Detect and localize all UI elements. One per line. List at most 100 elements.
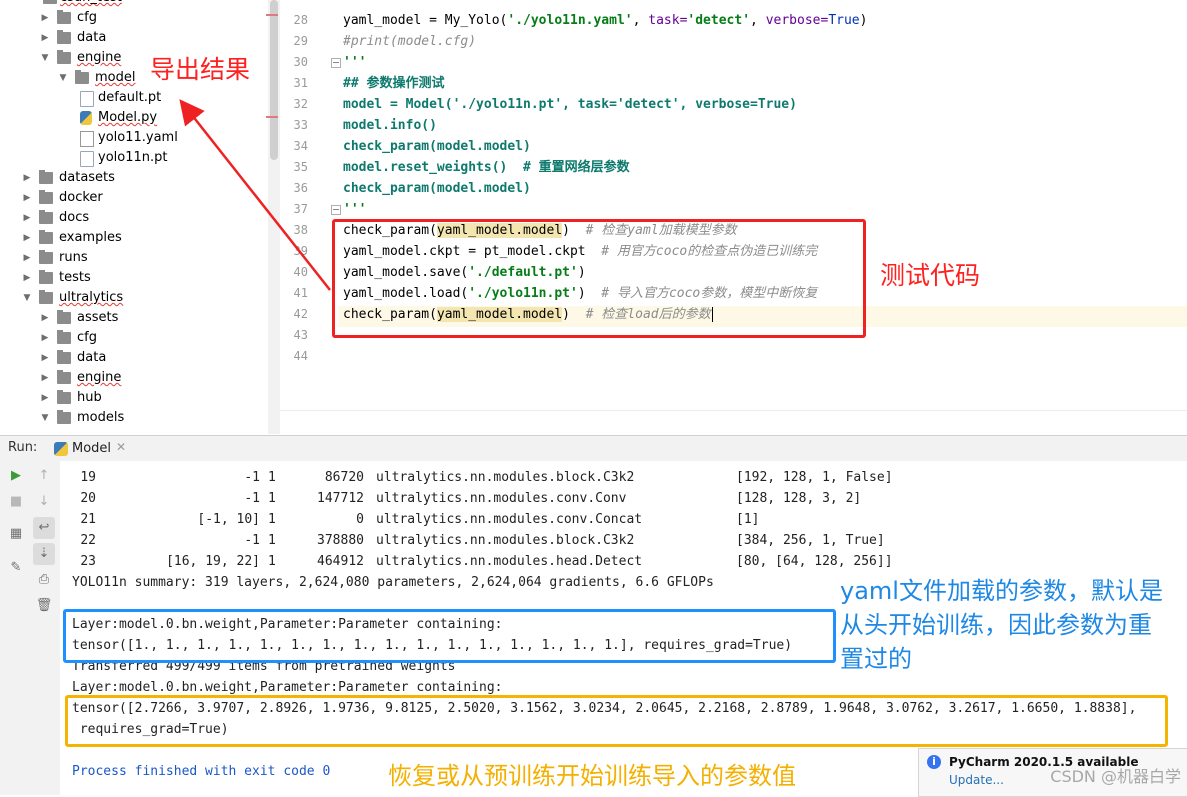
chevron-down-icon[interactable]: ▼ bbox=[40, 408, 50, 428]
chevron-down-icon[interactable]: ▼ bbox=[22, 288, 32, 308]
table-cell-from: -1 bbox=[244, 533, 260, 548]
tree-item-label: datasets bbox=[59, 170, 115, 185]
line-number: 44 bbox=[293, 349, 308, 363]
table-cell-params: 0 bbox=[356, 512, 364, 527]
folder-icon bbox=[57, 410, 71, 424]
code-line-36: check_param(model.model) bbox=[343, 181, 531, 196]
folder-icon bbox=[57, 10, 71, 24]
code-line-29: #print(model.cfg) bbox=[343, 34, 477, 49]
folder-icon bbox=[39, 190, 53, 204]
line-number: 37 bbox=[293, 202, 308, 216]
pin-icon[interactable]: ✎ bbox=[5, 557, 27, 579]
line-number: 38 bbox=[293, 223, 308, 237]
line-number: 33 bbox=[293, 118, 308, 132]
chevron-right-icon[interactable]: ▶ bbox=[40, 8, 50, 28]
chevron-down-icon[interactable]: ▼ bbox=[40, 48, 50, 68]
chevron-right-icon[interactable]: ▶ bbox=[22, 268, 32, 288]
line-number: 28 bbox=[293, 13, 308, 27]
rerun-icon[interactable]: ▶ bbox=[5, 465, 27, 487]
tree-item[interactable]: ▶ cfg bbox=[0, 8, 268, 28]
table-cell-args: [384, 256, 1, True] bbox=[736, 533, 885, 548]
tree-item[interactable]: default.pt bbox=[0, 88, 268, 108]
chevron-down-icon[interactable]: ▼ bbox=[58, 68, 68, 88]
close-icon[interactable]: ✕ bbox=[116, 440, 126, 454]
chevron-right-icon[interactable]: ▶ bbox=[40, 388, 50, 408]
scrollbar-thumb[interactable] bbox=[270, 0, 278, 160]
line-number: 41 bbox=[293, 286, 308, 300]
tree-item[interactable]: yolo11n.pt bbox=[0, 148, 268, 168]
stop-icon[interactable]: ■ bbox=[5, 491, 27, 513]
update-link[interactable]: Update... bbox=[949, 773, 1004, 787]
chevron-right-icon[interactable]: ▶ bbox=[40, 348, 50, 368]
up-arrow-icon[interactable]: ↑ bbox=[33, 465, 55, 487]
tree-item-label: model bbox=[95, 70, 136, 85]
folder-icon bbox=[39, 250, 53, 264]
tree-item[interactable]: ▼ ultralytics bbox=[0, 288, 268, 308]
tree-item-label: yolo11n.pt bbox=[98, 150, 168, 165]
table-cell-args: [1] bbox=[736, 512, 760, 527]
folder-icon bbox=[39, 270, 53, 284]
python-file-icon bbox=[80, 111, 92, 125]
table-cell-params: 86720 bbox=[324, 470, 364, 485]
tree-item[interactable]: Model.py bbox=[0, 108, 268, 128]
chevron-right-icon[interactable]: ▶ bbox=[22, 248, 32, 268]
layout-icon[interactable]: ▦ bbox=[5, 523, 27, 545]
tree-item-label: data bbox=[77, 30, 107, 45]
table-cell-params: 378880 bbox=[317, 533, 364, 548]
test-code-note: 测试代码 bbox=[880, 261, 981, 290]
tree-item[interactable]: ▶ cfg bbox=[0, 328, 268, 348]
code-line-31: ## 参数操作测试 bbox=[343, 76, 445, 91]
file-icon bbox=[80, 151, 94, 167]
tree-item[interactable]: ▶ hub bbox=[0, 388, 268, 408]
tree-item-label: ultralytics bbox=[59, 290, 124, 305]
tree-item[interactable]: ▶ tests bbox=[0, 268, 268, 288]
line-number: 35 bbox=[293, 160, 308, 174]
table-cell-n: 1 bbox=[268, 554, 276, 569]
tree-item[interactable]: ▶ docs bbox=[0, 208, 268, 228]
tree-item[interactable]: ▶ data bbox=[0, 28, 268, 48]
table-cell-args: [192, 128, 1, False] bbox=[736, 470, 893, 485]
chevron-right-icon[interactable]: ▶ bbox=[22, 228, 32, 248]
run-toolbar: ▶ ↑ ■ ↓ ↩ ▦ ⇣ ✎ ⎙ 🗑 bbox=[0, 461, 61, 795]
trash-icon[interactable]: 🗑 bbox=[33, 595, 55, 617]
chevron-right-icon[interactable]: ▶ bbox=[40, 308, 50, 328]
tree-item-label: tests bbox=[59, 270, 91, 285]
folder-icon bbox=[75, 70, 89, 84]
scroll-to-end-icon[interactable]: ⇣ bbox=[33, 543, 55, 565]
chevron-right-icon[interactable]: ▶ bbox=[40, 328, 50, 348]
table-cell-idx: 23 bbox=[80, 554, 96, 569]
fold-toggle-icon[interactable] bbox=[331, 205, 341, 215]
tree-item[interactable]: ▶ docker bbox=[0, 188, 268, 208]
chevron-right-icon[interactable]: ▶ bbox=[40, 28, 50, 48]
chevron-right-icon[interactable]: ▶ bbox=[22, 168, 32, 188]
chevron-right-icon[interactable]: ▶ bbox=[40, 368, 50, 388]
fold-toggle-icon[interactable] bbox=[331, 58, 341, 68]
chevron-right-icon[interactable]: ▶ bbox=[22, 188, 32, 208]
tab-label: Model bbox=[72, 441, 112, 456]
down-arrow-icon[interactable]: ↓ bbox=[33, 491, 55, 513]
tree-label: csdn_test bbox=[60, 0, 122, 8]
folder-icon bbox=[57, 310, 71, 324]
table-cell-module: ultralytics.nn.modules.block.C3k2 bbox=[376, 533, 635, 548]
print-icon[interactable]: ⎙ bbox=[33, 569, 55, 591]
tree-item[interactable]: yolo11.yaml bbox=[0, 128, 268, 148]
tree-item[interactable]: ▶ data bbox=[0, 348, 268, 368]
tree-item[interactable]: ▶ runs bbox=[0, 248, 268, 268]
line-number: 42 bbox=[293, 307, 308, 321]
tree-item-label: docs bbox=[59, 210, 90, 225]
line-number: 40 bbox=[293, 265, 308, 279]
folder-icon bbox=[57, 30, 71, 44]
tree-item[interactable]: ▶ assets bbox=[0, 308, 268, 328]
tree-item[interactable]: ▶ datasets bbox=[0, 168, 268, 188]
soft-wrap-icon[interactable]: ↩ bbox=[33, 517, 55, 539]
tree-item[interactable]: ▶ examples bbox=[0, 228, 268, 248]
chevron-right-icon[interactable]: ▶ bbox=[22, 208, 32, 228]
table-row: 19 -1 1 86720 ultralytics.nn.modules.block.C… bbox=[60, 467, 1187, 488]
code-editor[interactable]: yaml_model = My_Yolo('./yolo11n.yaml', t… bbox=[338, 0, 1187, 410]
tree-item-label: docker bbox=[59, 190, 103, 205]
code-line-37: ''' bbox=[343, 202, 367, 217]
tree-item[interactable]: ▼ models bbox=[0, 408, 268, 428]
tab-model[interactable]: Model ✕ bbox=[50, 436, 132, 462]
tree-item[interactable]: ▶ engine bbox=[0, 368, 268, 388]
python-icon bbox=[54, 442, 68, 456]
